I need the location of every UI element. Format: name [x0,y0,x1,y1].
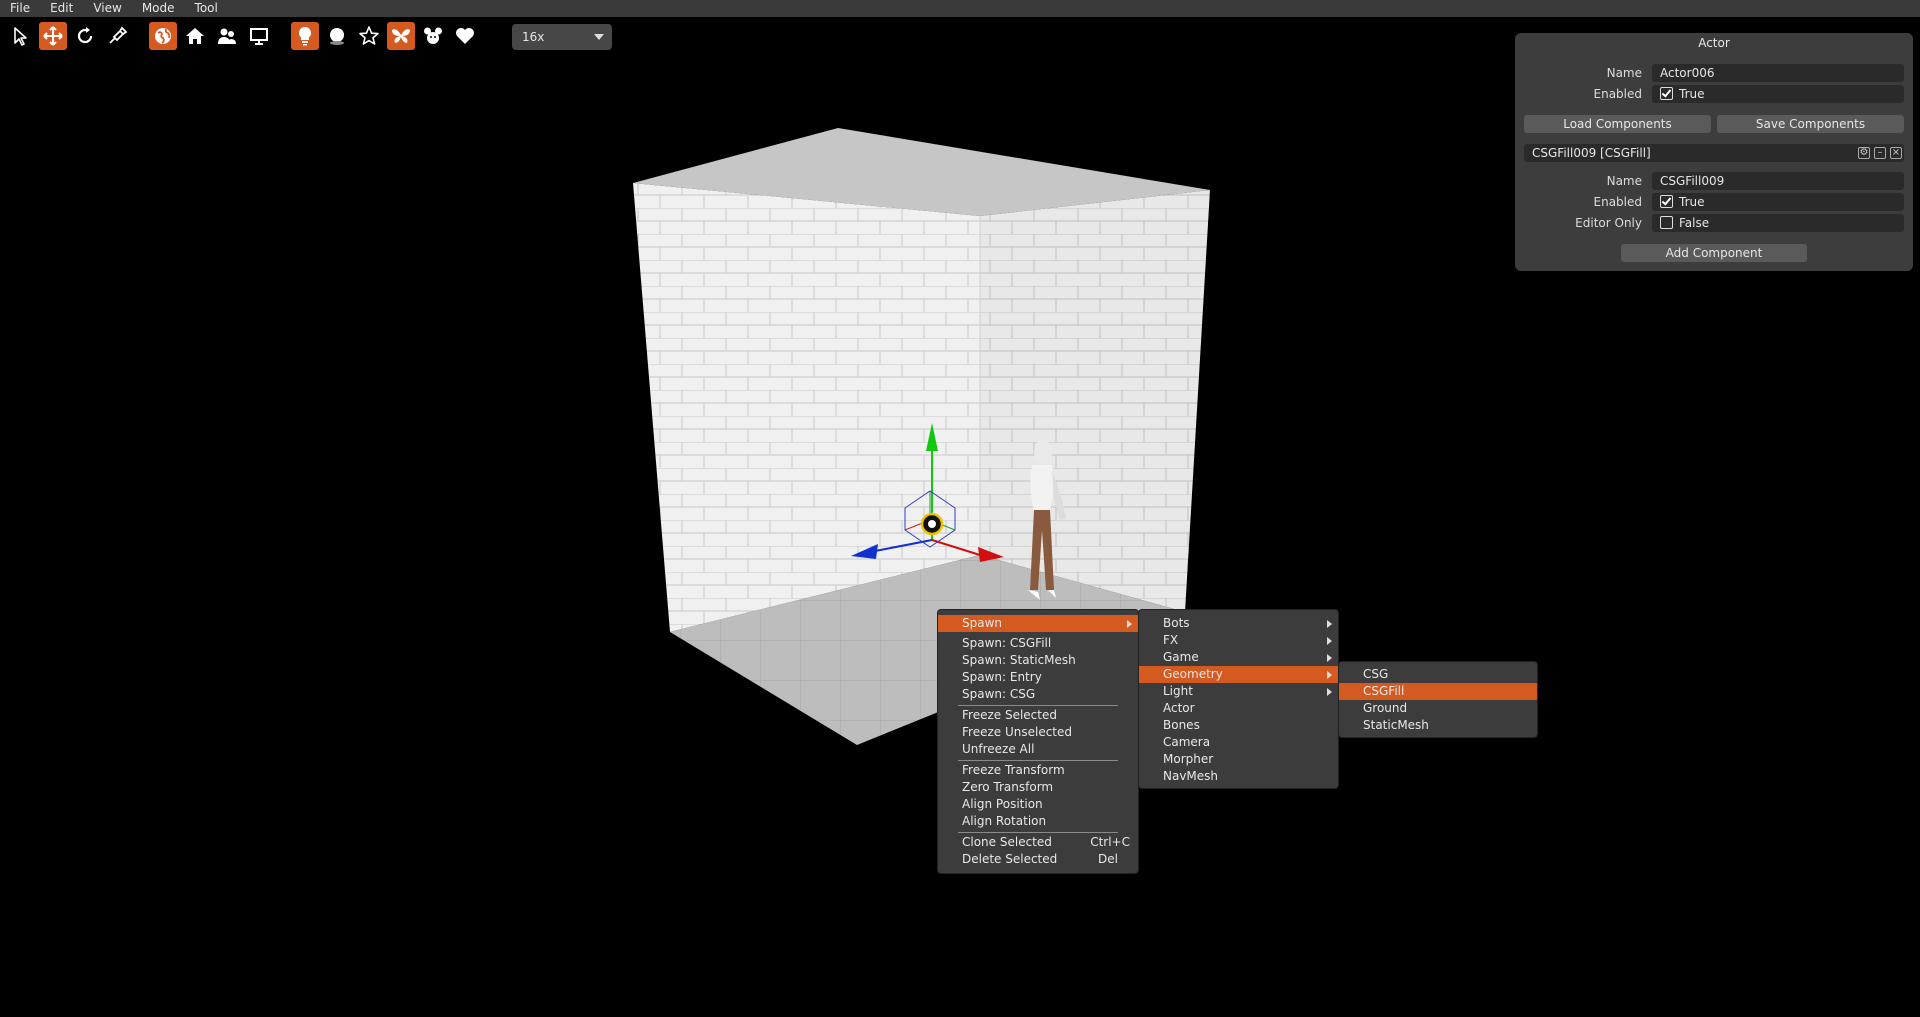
menu-item-spawn[interactable]: Spawn [938,615,1138,632]
menu-item-spawn-staticmesh[interactable]: Spawn: StaticMesh [938,652,1138,669]
save-components-button[interactable]: Save Components [1717,115,1904,133]
geometry-item-csg[interactable]: CSG [1339,666,1537,683]
menu-tool[interactable]: Tool [185,0,228,17]
menu-separator [958,705,1118,706]
settings-icon[interactable]: ⚙ [1858,147,1870,159]
menu-item-freeze-transform[interactable]: Freeze Transform [938,762,1138,779]
room-right-wall [980,190,1210,612]
menu-separator [958,832,1118,833]
delete-shortcut: Del [1098,852,1118,866]
submenu-item-morpher[interactable]: Morpher [1139,751,1338,768]
submenu-item-bones[interactable]: Bones [1139,717,1338,734]
submenu-item-geometry[interactable]: Geometry [1139,666,1338,683]
menu-item-freeze-selected[interactable]: Freeze Selected [938,707,1138,724]
menu-item-delete-selected[interactable]: Delete Selected Del [938,851,1138,868]
menu-edit[interactable]: Edit [40,0,83,17]
actor-panel: Actor Name Actor006 Enabled True Load Co… [1515,33,1913,271]
submenu-item-navmesh[interactable]: NavMesh [1139,768,1338,785]
editor-only-label: Editor Only [1575,216,1642,230]
submenu-item-bots[interactable]: Bots [1139,615,1338,632]
checkbox-checked-icon[interactable] [1660,87,1673,100]
chevron-right-icon [1127,620,1132,628]
editor-only-field[interactable]: False [1652,214,1904,232]
component-enabled-field[interactable]: True [1652,193,1904,211]
menu-mode[interactable]: Mode [132,0,185,17]
minimize-icon[interactable]: – [1874,147,1886,159]
submenu-item-game[interactable]: Game [1139,649,1338,666]
enabled-label: Enabled [1593,87,1643,101]
component-enabled-value: True [1679,195,1705,209]
geometry-submenu: CSG CSGFill Ground StaticMesh [1339,662,1537,737]
component-name-field[interactable]: CSGFill009 [1652,172,1904,190]
context-menu: Spawn Spawn: CSGFill Spawn: StaticMesh S… [938,610,1138,873]
menu-item-spawn-csgfill[interactable]: Spawn: CSGFill [938,635,1138,652]
geometry-item-staticmesh[interactable]: StaticMesh [1339,717,1537,734]
chevron-right-icon [1327,620,1332,628]
submenu-item-light[interactable]: Light [1139,683,1338,700]
actor-enabled-value: True [1679,87,1705,101]
geometry-item-ground[interactable]: Ground [1339,700,1537,717]
comp-enabled-label: Enabled [1593,195,1643,209]
chevron-right-icon [1327,654,1332,662]
menu-file[interactable]: File [0,0,40,17]
room-left-wall [633,183,980,632]
actor-enabled-field[interactable]: True [1652,85,1904,103]
menu-item-align-position[interactable]: Align Position [938,796,1138,813]
submenu-item-fx[interactable]: FX [1139,632,1338,649]
menu-item-unfreeze-all[interactable]: Unfreeze All [938,741,1138,758]
comp-name-label: Name [1606,174,1642,188]
editor-only-value: False [1679,216,1710,230]
menu-separator [958,760,1118,761]
component-title: CSGFill009 [CSGFill] [1532,146,1651,160]
actor-name-field[interactable]: Actor006 [1652,64,1904,82]
menu-item-zero-transform[interactable]: Zero Transform [938,779,1138,796]
menu-item-align-rotation[interactable]: Align Rotation [938,813,1138,830]
clone-shortcut: Ctrl+C [1090,835,1130,849]
checkbox-unchecked-icon[interactable] [1660,216,1673,229]
chevron-right-icon [1327,688,1332,696]
name-label: Name [1606,66,1642,80]
menu-item-spawn-csg[interactable]: Spawn: CSG [938,686,1138,703]
chevron-right-icon [1327,671,1332,679]
load-components-button[interactable]: Load Components [1524,115,1711,133]
geometry-item-csgfill[interactable]: CSGFill [1339,683,1537,700]
submenu-item-actor[interactable]: Actor [1139,700,1338,717]
menu-item-spawn-entry[interactable]: Spawn: Entry [938,669,1138,686]
menubar: File Edit View Mode Tool [0,0,1920,17]
add-component-button[interactable]: Add Component [1621,244,1807,262]
menu-item-clone-selected[interactable]: Clone Selected Ctrl+C [938,834,1138,851]
menu-view[interactable]: View [83,0,131,17]
spawn-submenu: Bots FX Game Geometry Light Actor Bones … [1139,610,1338,788]
chevron-right-icon [1327,637,1332,645]
submenu-item-camera[interactable]: Camera [1139,734,1338,751]
checkbox-checked-icon[interactable] [1660,195,1673,208]
menu-item-freeze-unselected[interactable]: Freeze Unselected [938,724,1138,741]
close-icon[interactable]: × [1890,147,1902,159]
panel-title: Actor [1698,36,1730,50]
component-header[interactable]: CSGFill009 [CSGFill] ⚙ – × [1524,144,1904,162]
